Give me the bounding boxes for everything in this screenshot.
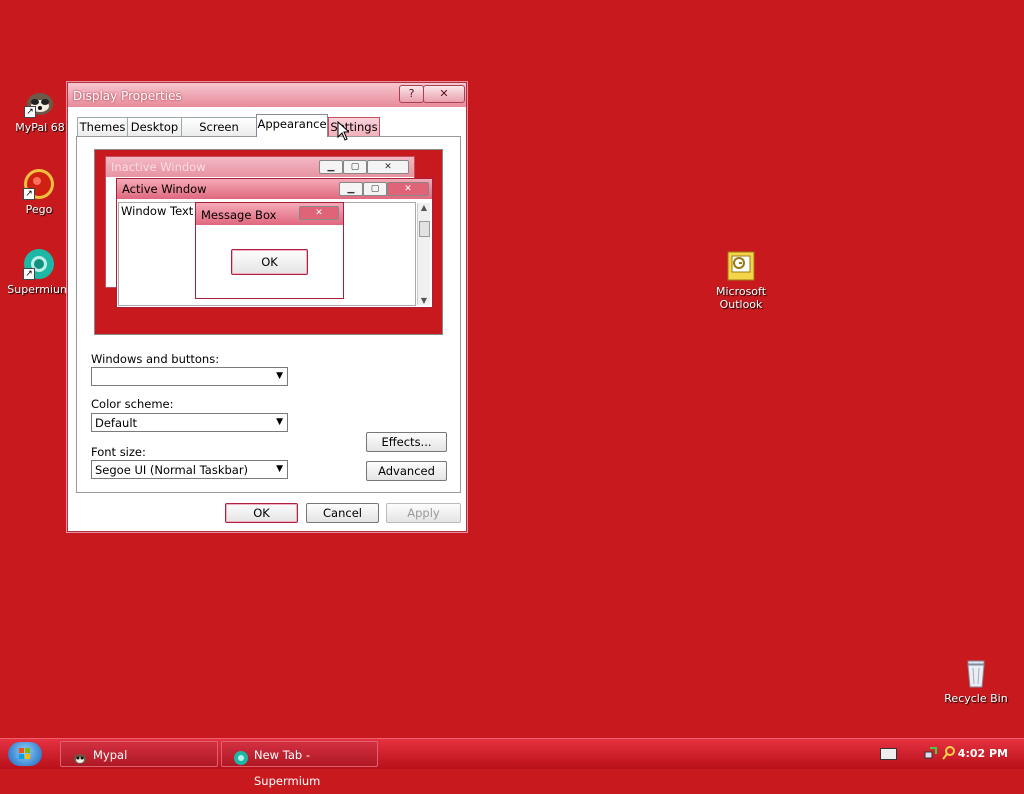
color-scheme-select[interactable]: Default ▼ <box>91 413 288 432</box>
keyboard-icon[interactable] <box>880 748 897 760</box>
taskbar-item-supermium[interactable]: New Tab - Supermium <box>221 741 378 788</box>
network-icon[interactable] <box>924 746 938 763</box>
chevron-down-icon: ▼ <box>276 464 283 474</box>
tab-settings[interactable]: Settings <box>328 117 380 136</box>
supermium-icon <box>234 748 248 765</box>
taskbar-clock[interactable]: 4:02 PM <box>958 739 1008 768</box>
tab-screen-saver[interactable]: Screen Saver <box>181 117 257 152</box>
message-box-title: Message Box <box>201 208 277 222</box>
raccoon-icon: ↗ <box>24 86 56 118</box>
tab-appearance[interactable]: Appearance <box>256 114 328 137</box>
tab-themes[interactable]: Themes <box>77 117 128 136</box>
preview-message-box: Message Box ✕ OK <box>195 202 344 299</box>
help-button[interactable]: ? <box>399 85 424 103</box>
close-icon: ✕ <box>367 160 409 174</box>
pego-icon: ↗ <box>23 168 55 200</box>
windows-buttons-label: Windows and buttons: <box>91 352 220 366</box>
display-properties-dialog: Display Properties ? ✕ Themes Desktop Sc… <box>67 82 467 532</box>
desktop-icon-label: Microsoft Outlook <box>715 285 767 311</box>
appearance-panel: Inactive Window ▁ ▢ ✕ Active Window ▁ ▢ … <box>76 136 461 493</box>
close-icon: ✕ <box>299 206 339 220</box>
chevron-down-icon: ▼ <box>276 371 283 381</box>
chevron-down-icon: ▼ <box>276 417 283 427</box>
font-size-select[interactable]: Segoe UI (Normal Taskbar) ▼ <box>91 460 288 479</box>
recycle-bin-icon <box>960 657 992 689</box>
preview-ok-button: OK <box>231 249 308 275</box>
font-size-value: Segoe UI (Normal Taskbar) <box>95 463 249 477</box>
tab-desktop[interactable]: Desktop <box>127 117 182 136</box>
color-scheme-label: Color scheme: <box>91 397 174 411</box>
color-scheme-value: Default <box>95 416 138 430</box>
search-icon[interactable] <box>942 745 956 764</box>
mypal-icon <box>73 748 87 764</box>
appearance-preview: Inactive Window ▁ ▢ ✕ Active Window ▁ ▢ … <box>94 149 443 335</box>
apply-button[interactable]: Apply <box>386 503 461 523</box>
advanced-button[interactable]: Advanced <box>366 461 447 481</box>
outlook-icon <box>725 250 757 282</box>
cancel-button[interactable]: Cancel <box>306 503 379 523</box>
dialog-title: Display Properties <box>73 89 182 103</box>
minimize-icon: ▁ <box>339 182 363 196</box>
desktop-icon-recycle-bin[interactable]: Recycle Bin <box>936 657 1016 705</box>
ok-button[interactable]: OK <box>225 503 298 523</box>
taskbar-item-label: Mypal <box>93 748 128 762</box>
minimize-icon: ▁ <box>319 160 343 174</box>
desktop-icon-label: Recycle Bin <box>944 692 1008 705</box>
close-button[interactable]: ✕ <box>423 85 465 103</box>
windows-buttons-select[interactable]: ▼ <box>91 367 288 386</box>
supermium-icon: ↗ <box>23 248 55 280</box>
mouse-cursor-icon <box>337 120 351 144</box>
preview-scrollbar: ▲ ▼ <box>417 203 430 305</box>
taskbar: Mypal New Tab - Supermium 4:02 PM <box>0 738 1024 788</box>
taskbar-item-mypal[interactable]: Mypal <box>60 741 218 767</box>
effects-button[interactable]: Effects... <box>366 432 447 452</box>
font-size-label: Font size: <box>91 445 146 459</box>
close-icon: ✕ <box>387 182 429 196</box>
maximize-icon: ▢ <box>363 182 387 196</box>
start-button[interactable] <box>8 742 42 766</box>
inactive-window-title: Inactive Window <box>111 160 206 174</box>
windows-logo-icon <box>19 748 30 759</box>
window-text: Window Text <box>121 204 194 218</box>
dialog-titlebar[interactable]: Display Properties ? ✕ <box>68 83 466 107</box>
maximize-icon: ▢ <box>343 160 367 174</box>
desktop-icon-outlook[interactable]: Microsoft Outlook <box>701 250 781 311</box>
taskbar-item-label: New Tab - Supermium <box>254 748 321 788</box>
active-window-title: Active Window <box>122 182 207 196</box>
